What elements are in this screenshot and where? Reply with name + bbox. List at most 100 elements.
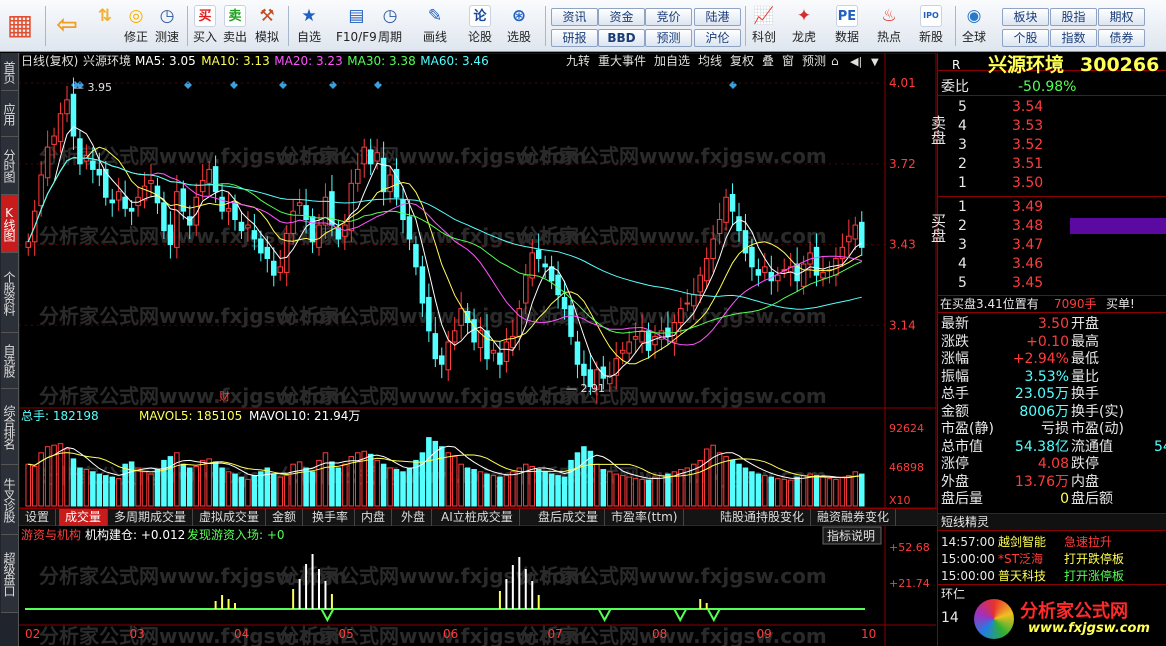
- left-tab-4[interactable]: 个股资料: [1, 253, 18, 333]
- volume-bar: [264, 467, 271, 507]
- revise-button[interactable]: ◎ 修正: [124, 0, 148, 44]
- sim-button[interactable]: ⚒ 模拟: [255, 0, 279, 44]
- shortcut-button-4[interactable]: 研报: [551, 29, 598, 47]
- shortcut-button-8[interactable]: 板块: [1002, 8, 1049, 26]
- shortcut-button-7[interactable]: 沪伦: [694, 29, 741, 47]
- watch-button[interactable]: ★ 自选: [297, 0, 321, 44]
- shortcut-button-3[interactable]: 陆港: [694, 8, 741, 26]
- buy-button[interactable]: 买买入: [193, 0, 217, 44]
- candle-body: [206, 168, 212, 184]
- left-tab-5[interactable]: 自选股: [1, 333, 18, 389]
- book-divider: [938, 196, 1166, 197]
- hot-button[interactable]: ♨ 热点: [877, 0, 901, 44]
- sell-icon: 卖: [224, 5, 246, 27]
- candle-body: [678, 308, 684, 323]
- timing-button[interactable]: ◷ 测速: [155, 0, 179, 44]
- candle-body: [619, 349, 626, 354]
- left-tab-6[interactable]: 综合排名: [1, 389, 18, 465]
- candle-body: [684, 302, 691, 305]
- candle-body: [199, 180, 206, 193]
- shortcut-button-1[interactable]: 资金: [598, 8, 645, 26]
- toolbar-divider: [545, 6, 546, 46]
- indicator-help-button[interactable]: 指标说明: [822, 526, 882, 545]
- pick-button[interactable]: ⊛ 选股: [507, 0, 531, 44]
- indicator-tab-10[interactable]: 市盈率(ttm): [605, 509, 685, 526]
- ipo-button[interactable]: IPO 新股: [919, 0, 943, 44]
- shortcut-button-12[interactable]: 指数: [1050, 29, 1097, 47]
- period-button[interactable]: ◷ 周期: [378, 0, 402, 44]
- left-tab-0[interactable]: 首页: [1, 53, 18, 91]
- shortcut-button-11[interactable]: 个股: [1002, 29, 1049, 47]
- document-icon: ▤: [348, 5, 365, 26]
- draw-button[interactable]: ✎ 画线: [423, 0, 447, 44]
- month-label: 06: [443, 627, 458, 641]
- volume-axis-label: X10: [889, 494, 911, 507]
- chart-menu-item-0[interactable]: 九转: [566, 53, 590, 68]
- quote-value: 3.50: [1037, 316, 1069, 332]
- chart-menu-item-6[interactable]: 窗: [782, 54, 794, 68]
- indicator-tab-12[interactable]: 融资融券变化: [811, 509, 897, 526]
- indicator-tab-3[interactable]: 虚拟成交量: [193, 509, 267, 526]
- forum-button[interactable]: 论论股: [468, 0, 492, 44]
- volume-bar: [251, 475, 258, 507]
- left-tab-7[interactable]: 牛叉诊股: [1, 465, 18, 535]
- month-label: 04: [234, 627, 249, 641]
- menu-button[interactable]: ▦: [4, 0, 36, 41]
- global-button[interactable]: ◉ 全球: [962, 0, 986, 44]
- candle-body: [516, 308, 523, 337]
- chart-menu-item-1[interactable]: 重大事件: [598, 54, 646, 68]
- volume-bar: [742, 467, 749, 507]
- indicator-tab-8[interactable]: AI立桩成交量: [435, 509, 520, 526]
- chart-menu-item-2[interactable]: 加自选: [654, 54, 690, 68]
- shortcut-button-5[interactable]: BBD: [598, 29, 645, 47]
- candle-body: [122, 196, 128, 209]
- sell-price: 3.54: [1012, 99, 1044, 115]
- left-tab-8[interactable]: 超级盘口: [1, 535, 18, 613]
- shortcut-button-2[interactable]: 竞价: [645, 8, 692, 26]
- volume-bar: [322, 452, 329, 507]
- shortcut-button-9[interactable]: 股指: [1050, 8, 1097, 26]
- candle-body: [374, 152, 380, 162]
- sell-label: 卖出: [223, 30, 248, 44]
- chart-menu-item-7[interactable]: 预测: [802, 54, 826, 68]
- indicator-tab-6[interactable]: 内盘: [355, 509, 393, 526]
- dragon-button[interactable]: ✦ 龙虎: [792, 0, 816, 44]
- pe-icon: PE: [836, 5, 858, 27]
- sell-price: 3.53: [1012, 118, 1044, 134]
- indicator-tab-0[interactable]: 设置: [19, 509, 57, 526]
- chart-menu-item-4[interactable]: 复权: [730, 54, 754, 68]
- volume-bar: [568, 459, 574, 507]
- chart-menu-item-3[interactable]: 均线: [698, 54, 722, 68]
- logo-text: 分析家公式网: [1020, 601, 1128, 622]
- indicator-tab-5[interactable]: 换手率: [306, 509, 356, 526]
- data-button[interactable]: PE 数据: [835, 0, 859, 44]
- indicator-tab-4[interactable]: 金额: [266, 509, 304, 526]
- kechuang-button[interactable]: 📈 科创: [752, 0, 776, 44]
- shortcut-button-6[interactable]: 预测: [645, 29, 692, 47]
- chart-menu-item-5[interactable]: 叠: [762, 54, 774, 68]
- back-button[interactable]: ⇦: [52, 0, 82, 40]
- indicator-tab-2[interactable]: 多周期成交量: [108, 509, 194, 526]
- left-tab-2[interactable]: 分时图: [1, 137, 18, 195]
- updown-button[interactable]: ⇅: [94, 0, 116, 27]
- indicator-tab-7[interactable]: 外盘: [395, 509, 433, 526]
- volume-bar: [445, 452, 451, 507]
- volume-bar: [458, 463, 464, 507]
- indicator-tab-9[interactable]: 盘后成交量: [532, 509, 606, 526]
- candle-body: [626, 341, 632, 354]
- left-tab-1[interactable]: 应用: [1, 91, 18, 137]
- sell-button[interactable]: 卖卖出: [223, 0, 247, 44]
- indicator-yz-label: 发现游资入场: +0: [187, 527, 285, 542]
- volume-bar: [652, 476, 658, 507]
- volume-bar: [406, 467, 413, 507]
- indicator-tab-1[interactable]: 成交量: [59, 509, 109, 526]
- volume-bar: [542, 471, 548, 507]
- f10-button[interactable]: ▤ F10/F9: [336, 0, 377, 44]
- indicator-tab-11[interactable]: 陆股通持股变化: [714, 509, 812, 526]
- shortcut-button-13[interactable]: 债券: [1098, 29, 1145, 47]
- volume-bar: [199, 459, 206, 507]
- left-tab-3[interactable]: K线图: [1, 195, 18, 253]
- shortcut-button-10[interactable]: 期权: [1098, 8, 1145, 26]
- shortcut-button-0[interactable]: 资讯: [551, 8, 598, 26]
- candle-body: [232, 202, 238, 221]
